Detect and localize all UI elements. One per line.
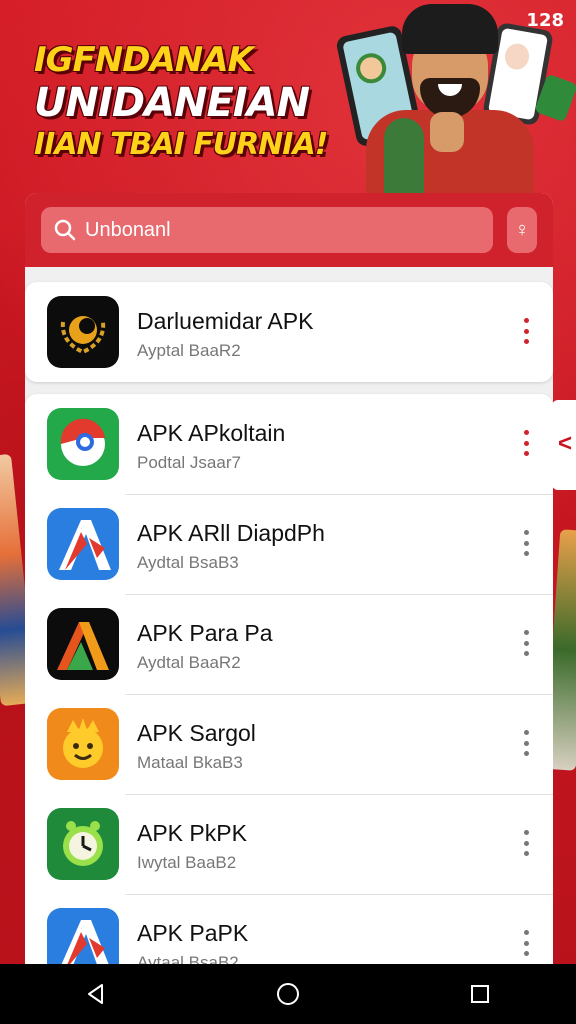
search-icon (54, 219, 76, 241)
profile-button[interactable]: ♀ (507, 207, 537, 253)
featured-app-subtitle: Ayptal BaaR2 (137, 341, 241, 360)
app-title: APK ARll DiapdPh (137, 520, 325, 546)
app-list-card: Unbonanl ♀ Darluemidar APK Ayptal BaaR2 (25, 193, 553, 983)
more-options-icon[interactable] (521, 730, 531, 756)
home-icon (277, 983, 299, 1005)
search-bar[interactable]: Unbonanl (41, 207, 493, 253)
list-item[interactable]: APK Sargol Mataal BkaB3 (25, 694, 553, 794)
search-header: Unbonanl ♀ (25, 193, 553, 267)
headline-line-2: UNIDANEIAN (34, 80, 310, 126)
more-options-icon[interactable] (521, 630, 531, 656)
banner-headline: IGFNDANAK UNIDANEIAN IIAN TBAI FURNIA! (34, 40, 354, 164)
more-options-icon[interactable] (521, 430, 531, 456)
app-title: APK PaPK (137, 920, 249, 946)
recents-button[interactable] (460, 974, 500, 1014)
list-item[interactable]: APK ARll DiapdPh Aydtal BsaB3 (25, 494, 553, 594)
system-navigation-bar (0, 964, 576, 1024)
clock-bug-icon (47, 808, 119, 880)
search-query: Unbonanl (85, 218, 171, 241)
more-options-icon[interactable] (521, 530, 531, 556)
green-chrome-icon (47, 408, 119, 480)
back-icon (88, 984, 103, 1004)
hero-illustration (335, 0, 576, 200)
list-item[interactable]: APK Para Pa Aydtal BaaR2 (25, 594, 553, 694)
triangle-a-icon (47, 608, 119, 680)
app-title: APK Sargol (137, 720, 256, 746)
list-item[interactable]: APK PkPK Iwytal BaaB2 (25, 794, 553, 894)
app-subtitle: Mataal BkaB3 (137, 753, 243, 772)
app-title: APK PkPK (137, 820, 247, 846)
app-title: APK Para Pa (137, 620, 273, 646)
more-options-icon[interactable] (521, 930, 531, 956)
blue-a-icon (47, 508, 119, 580)
featured-app-title: Darluemidar APK (137, 308, 314, 334)
headline-line-3: IIAN TBAI FURNIA! (34, 127, 328, 162)
app-subtitle: Iwytal BaaB2 (137, 853, 237, 872)
app-subtitle: Aydtal BsaB3 (137, 553, 239, 572)
app-title: APK APkoltain (137, 420, 286, 446)
laurel-logo-icon (47, 296, 119, 368)
app-list: APK APkoltain Podtal Jsaar7 APK ARll Dia… (25, 394, 553, 983)
headline-line-1: IGFNDANAK (34, 40, 254, 80)
featured-app-item[interactable]: Darluemidar APK Ayptal BaaR2 (25, 282, 553, 382)
app-subtitle: Podtal Jsaar7 (137, 453, 241, 472)
home-button[interactable] (268, 974, 308, 1014)
sun-face-icon (47, 708, 119, 780)
profile-icon: ♀ (514, 218, 530, 241)
list-item[interactable]: APK APkoltain Podtal Jsaar7 (25, 394, 553, 494)
app-subtitle: Aydtal BaaR2 (137, 653, 241, 672)
back-button[interactable] (76, 974, 116, 1014)
recents-icon (471, 985, 489, 1003)
side-decoration-right-top: < (552, 400, 576, 490)
more-options-icon[interactable] (521, 318, 531, 344)
more-options-icon[interactable] (521, 830, 531, 856)
